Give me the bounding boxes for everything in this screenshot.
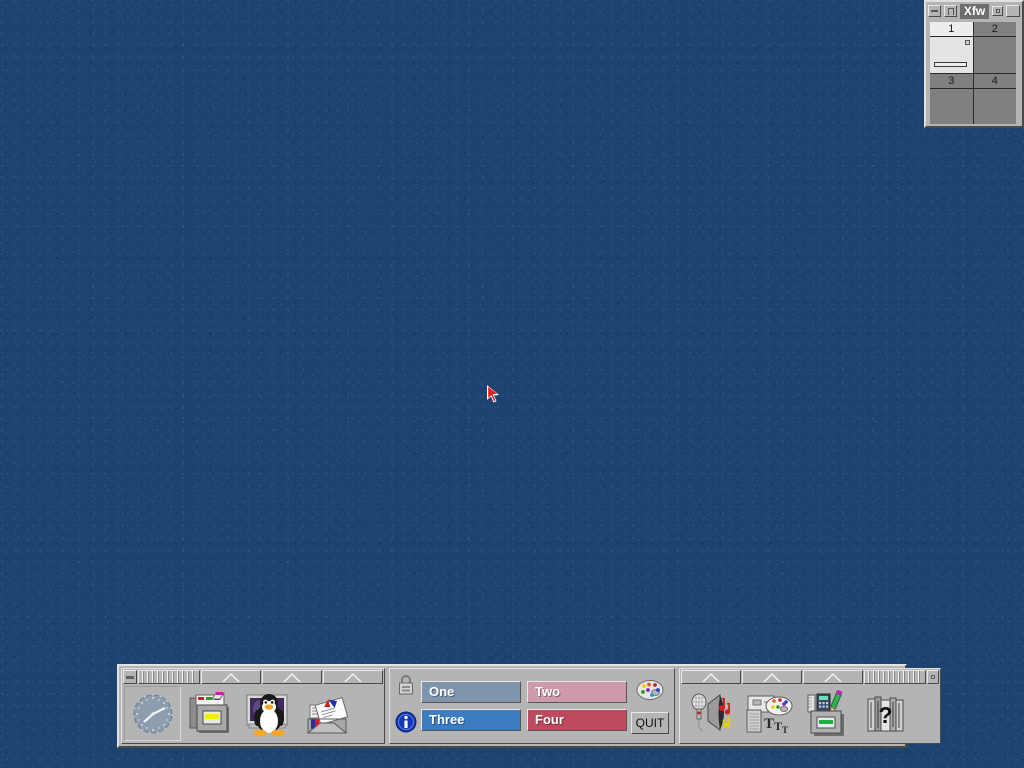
pager-maximize-button[interactable] [1006,5,1020,17]
pager-desktop-number: 4 [973,74,1016,89]
grip-lines-icon [868,671,922,683]
pager-desktop-grid: 1 2 3 4 [930,22,1016,124]
pager-titlebar[interactable]: Xfw [926,2,1022,20]
square-icon [995,9,1000,13]
popup-menu-button-3[interactable] [323,670,383,684]
xfwm-pager-window[interactable]: Xfw 1 2 3 4 [924,0,1024,128]
desktop-button-row: One Two [421,681,627,703]
panel-grip-handle[interactable] [138,670,200,684]
panel-side-icons [395,674,417,738]
desktop-button-one[interactable]: One [421,681,521,703]
chevron-up-icon [222,672,240,682]
quit-button[interactable]: QUIT [631,711,669,734]
palette-icon[interactable] [636,679,664,706]
pager-desktop-number: 2 [973,22,1016,37]
panel-middle-group: One Two Three Four QUIT [389,668,675,744]
window-handle-icon [964,40,970,45]
desktop-background[interactable] [0,0,1024,768]
svg-text:?: ? [878,702,892,728]
desktop-switch-buttons: One Two Three Four [421,681,627,731]
popup-menu-button-4[interactable] [681,670,741,684]
panel-grip-handle-right[interactable] [864,670,926,684]
panel-left-top-row [123,670,383,684]
panel-right-group: T T T ? [679,668,941,744]
chevron-up-icon [283,672,301,682]
svg-text:T: T [764,716,774,732]
window-content-bar [934,61,967,67]
desktop-button-row: Three Four [421,709,627,731]
grip-lines-icon [142,671,196,683]
pager-desktop-1[interactable]: 1 [930,22,973,73]
panel-middle-right-column: QUIT [631,679,669,734]
chevron-up-icon [824,672,842,682]
panel-right-launcher-row: T T T ? [681,684,939,742]
clock-icon[interactable] [124,686,181,741]
tux-penguin-icon[interactable] [240,686,297,741]
desktop-button-three[interactable]: Three [421,709,521,731]
pager-window-thumbnail[interactable] [931,38,972,72]
shade-icon [947,7,954,15]
info-icon[interactable] [395,711,417,738]
desktop-button-four[interactable]: Four [527,709,627,731]
pager-desktop-number: 3 [930,74,973,89]
desktop-button-two[interactable]: Two [527,681,627,703]
pager-desktop-3[interactable]: 3 [930,73,973,124]
pager-window-title: Xfw [960,3,989,19]
pager-shade-button[interactable] [944,5,957,17]
svg-text:T: T [782,725,788,735]
pager-small-square-button[interactable] [992,6,1003,16]
svg-text:T: T [774,719,782,733]
pager-desktop-number: 1 [930,22,973,37]
panel-right-top-row [681,670,939,684]
file-manager-icon[interactable] [182,686,239,741]
lock-icon[interactable] [396,674,416,701]
graphics-icon[interactable]: T T T [740,686,797,741]
office-icon[interactable] [798,686,855,741]
popup-menu-button-5[interactable] [742,670,802,684]
panel-left-launcher-row [123,684,383,742]
popup-menu-button-6[interactable] [803,670,863,684]
pager-desktop-2[interactable]: 2 [973,22,1016,73]
arrow-cursor [486,384,502,406]
popup-menu-button-1[interactable] [201,670,261,684]
mail-icon[interactable] [298,686,355,741]
chevron-up-icon [344,672,362,682]
panel-settings-button[interactable] [927,670,939,684]
panel-left-group [121,668,385,744]
minimize-icon [126,675,134,679]
popup-menu-button-2[interactable] [262,670,322,684]
help-books-icon[interactable]: ? [856,686,913,741]
multimedia-icon[interactable] [682,686,739,741]
xfce-panel: One Two Three Four QUIT T T T ? [117,664,941,748]
pager-minimize-button[interactable] [928,5,941,17]
panel-minimize-button[interactable] [123,670,137,684]
chevron-up-icon [702,672,720,682]
square-icon [931,675,935,679]
chevron-up-icon [763,672,781,682]
minimize-icon [931,10,938,12]
pager-desktop-4[interactable]: 4 [973,73,1016,124]
